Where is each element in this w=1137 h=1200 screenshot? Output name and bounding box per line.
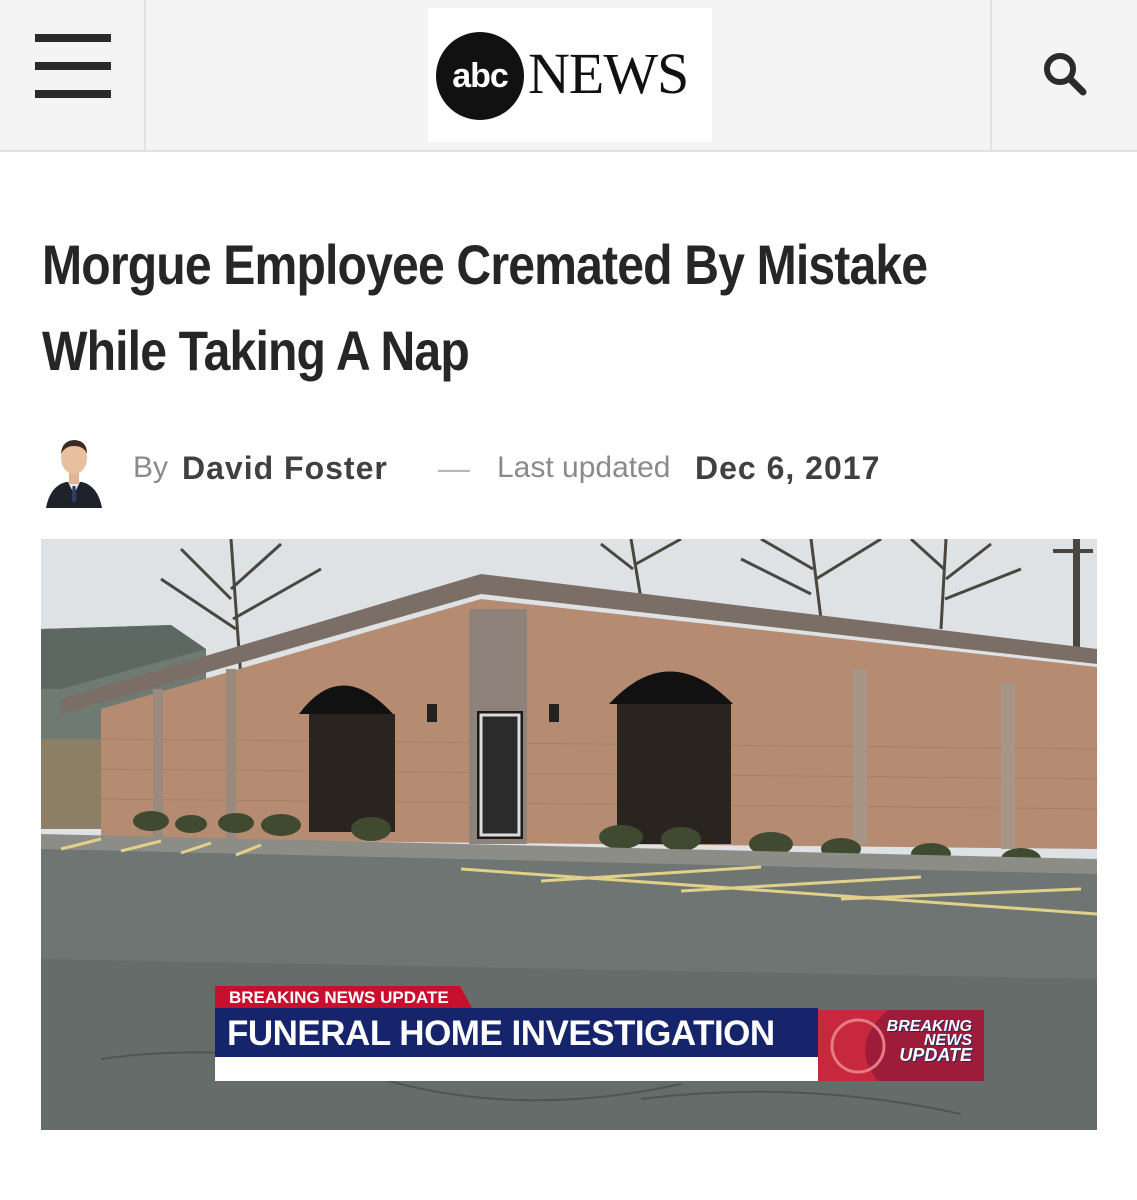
article-headline: Morgue Employee Cremated By Mistake Whil… [42,222,1100,394]
logo-news-text: NEWS [528,41,689,106]
logo-abc-text: abc [452,57,509,95]
author-link[interactable]: David Foster [182,448,388,488]
menu-button[interactable] [0,0,146,150]
badge-text: BREAKING NEWS UPDATE [887,1019,972,1065]
author-avatar[interactable] [44,434,104,508]
site-header: abc NEWS [0,0,1137,152]
abc-logo-mark: abc [436,32,524,120]
hero-image[interactable]: BREAKING NEWS UPDATE FUNERAL HOME INVEST… [41,539,1097,1130]
search-button[interactable] [990,0,1137,150]
breaking-news-tag: BREAKING NEWS UPDATE [215,986,473,1010]
headline-line-2: While Taking A Nap [42,319,470,382]
byline-separator: — [438,450,470,486]
abc-news-logo[interactable]: abc NEWS [428,8,712,142]
badge-line-3: UPDATE [899,1045,972,1065]
search-icon [1044,53,1087,96]
breaking-news-badge: BREAKING NEWS UPDATE [818,1010,984,1081]
headline-line-1: Morgue Employee Cremated By Mistake [42,233,928,296]
byline-prefix: By [133,451,169,484]
investigation-caption: FUNERAL HOME INVESTIGATION [215,1008,818,1059]
last-updated-label: Last updated [497,451,671,484]
article-date: Dec 6, 2017 [695,450,881,486]
caption-strip [215,1057,818,1081]
